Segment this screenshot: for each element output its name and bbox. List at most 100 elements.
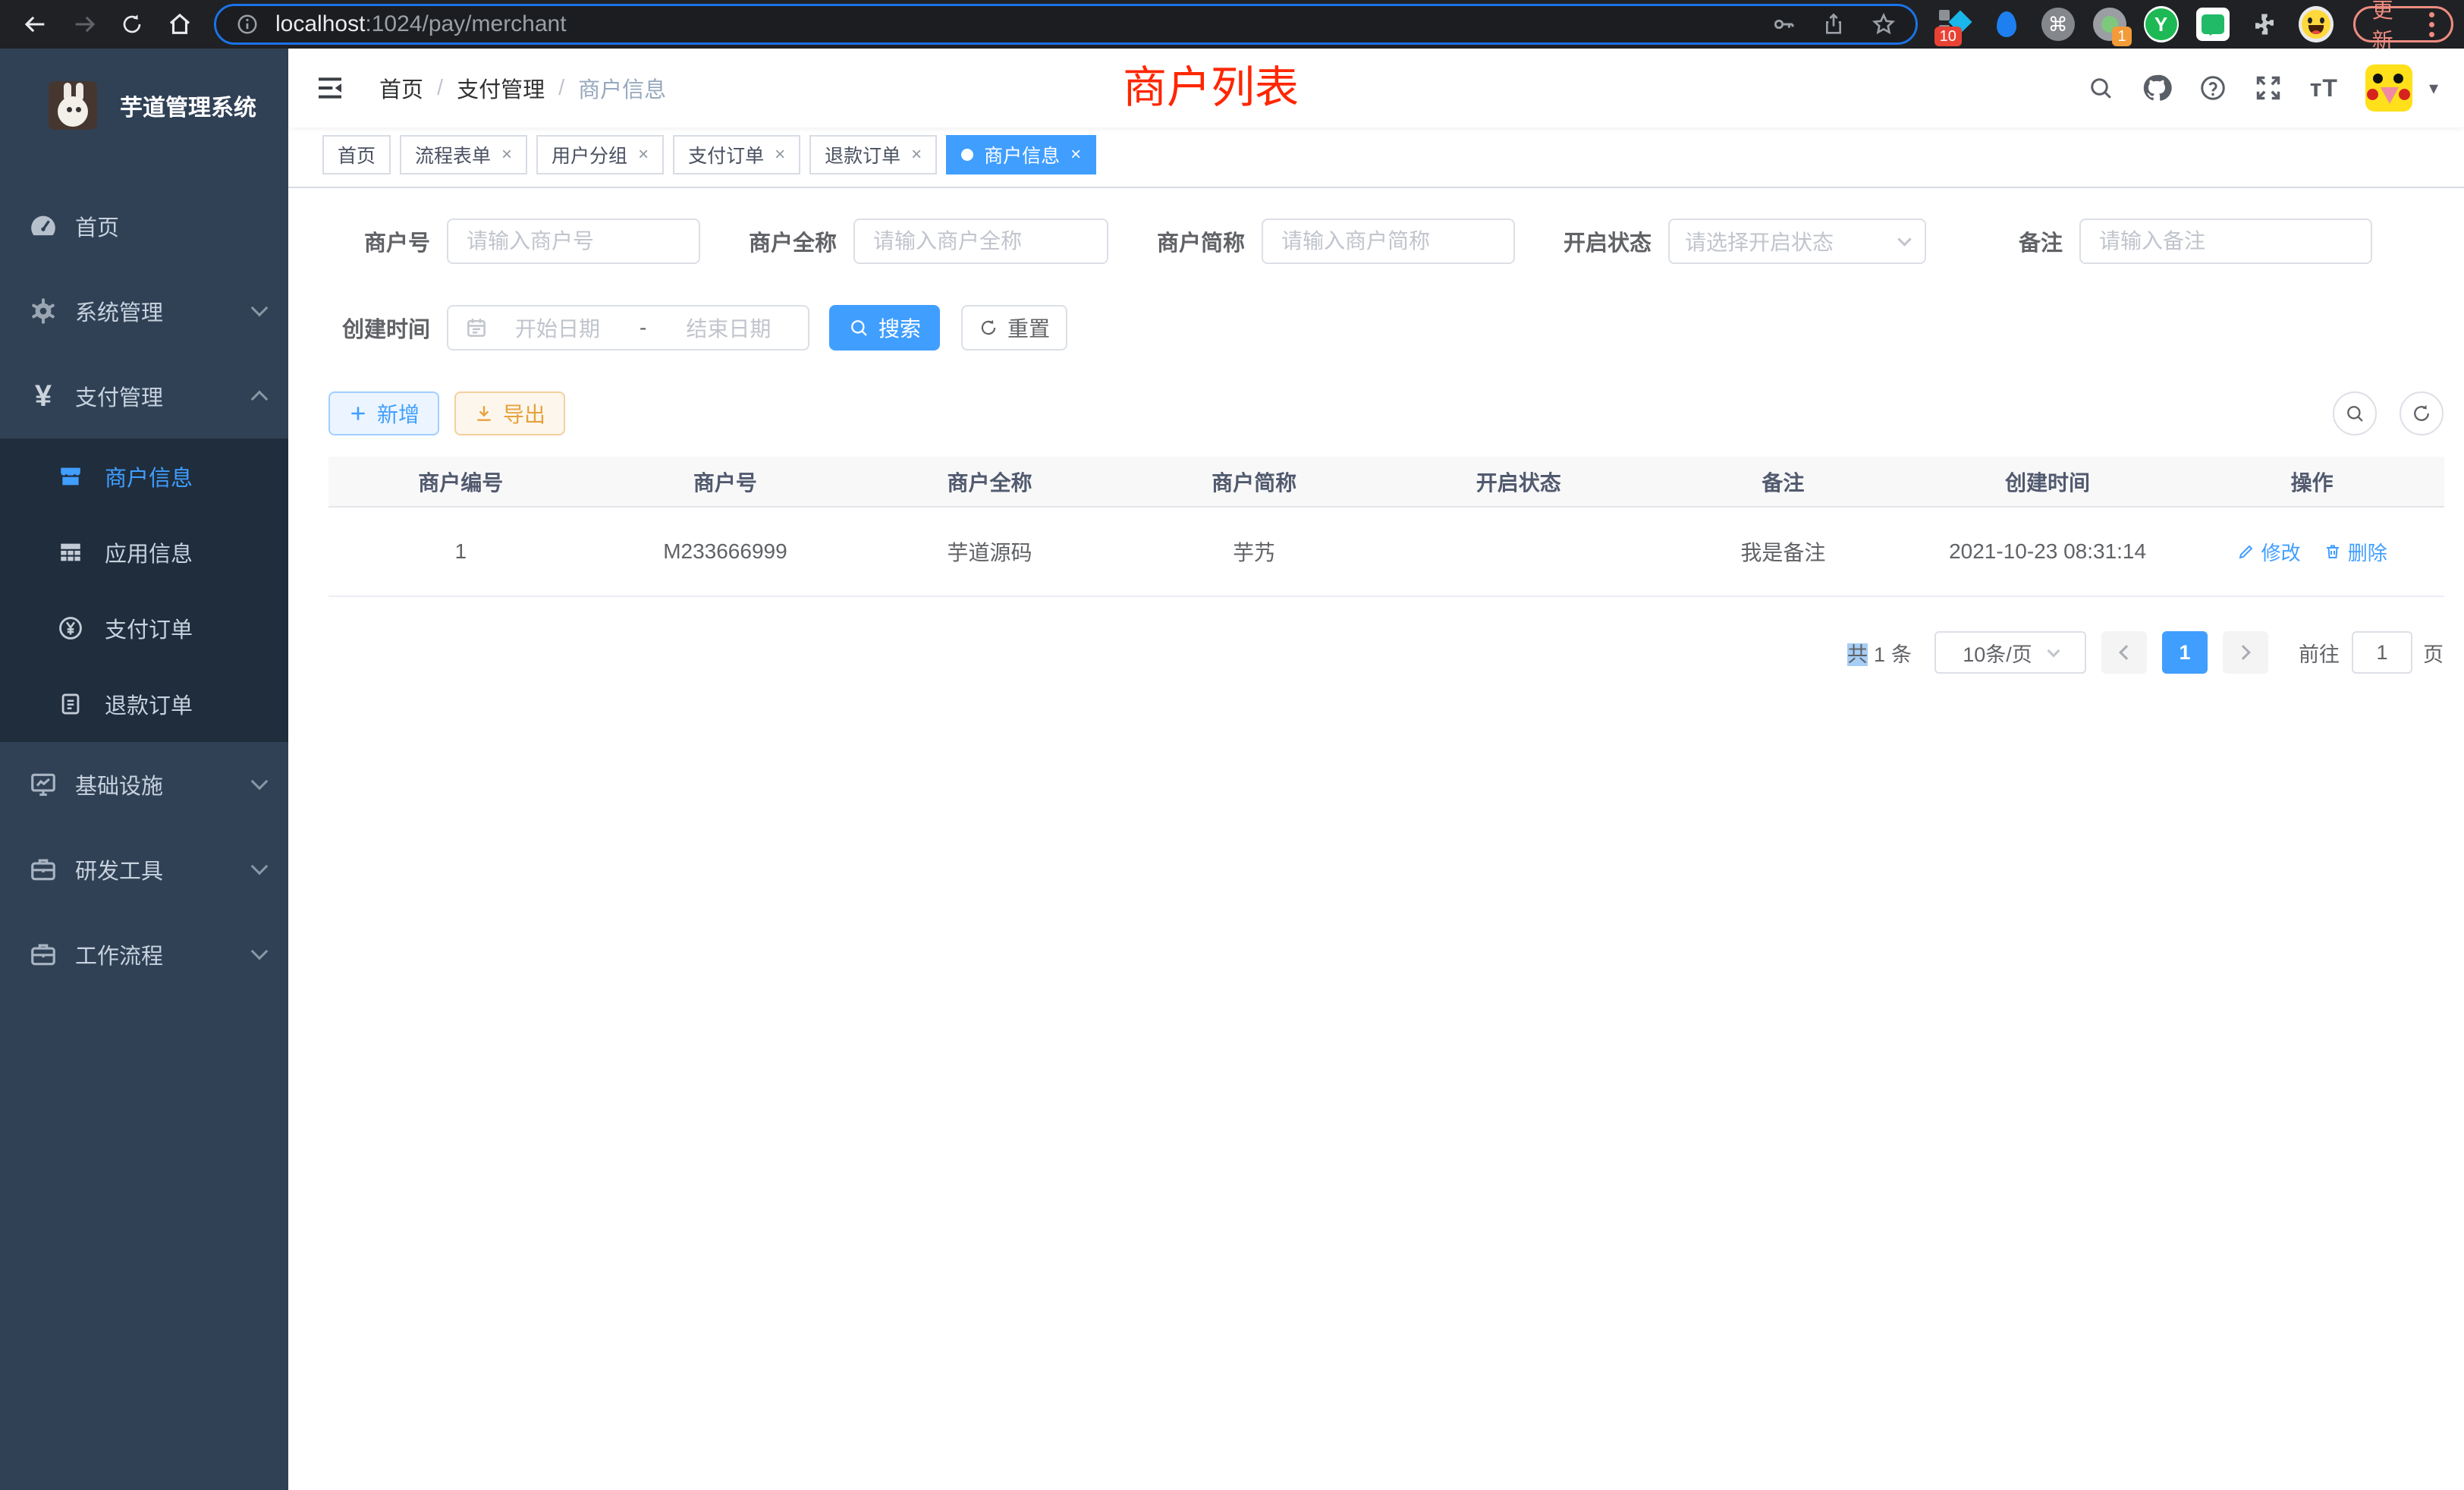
sidebar: 芋道管理系统 首页 系统管理 ¥ 支付管理 商户信息 [0,49,288,1490]
extension-y-icon[interactable]: Y [2144,7,2179,42]
cell-remark: 我是备注 [1651,536,1916,567]
current-page-button[interactable]: 1 [2162,631,2208,674]
extension-recorder-icon[interactable]: 1 [2092,7,2127,42]
browser-forward-icon[interactable] [71,11,97,37]
add-button[interactable]: 新增 [328,391,439,435]
breadcrumb-home[interactable]: 首页 [379,72,423,104]
font-size-icon[interactable]: тT [2310,74,2338,102]
tab-home[interactable]: 首页 [322,135,391,174]
tab-label: 支付订单 [688,141,764,168]
sidebar-item-system[interactable]: 系统管理 [0,269,288,354]
sidebar-item-workflow[interactable]: 工作流程 [0,912,288,997]
browser-back-icon[interactable] [23,11,49,37]
extension-kite-icon[interactable] [1989,7,2024,42]
sidebar-item-home[interactable]: 首页 [0,184,288,269]
browser-reload-icon[interactable] [120,12,144,36]
avatar-caret-down-icon[interactable]: ▾ [2429,77,2438,99]
chevron-down-icon [251,943,269,960]
tab-process-form[interactable]: 流程表单× [400,135,527,174]
extension-chat-icon[interactable] [2195,7,2230,42]
goto-page-input[interactable] [2352,631,2412,674]
key-icon[interactable] [1771,12,1796,36]
remark-input[interactable] [2079,218,2372,264]
kite-shape [1997,11,2016,37]
help-icon[interactable] [2199,74,2227,102]
tab-merchant-info[interactable]: 商户信息× [946,135,1096,174]
gear-icon [25,296,61,326]
extension-badge-one: 1 [2112,27,2131,46]
emoji-avatar [2299,6,2334,42]
sidebar-item-app-info[interactable]: 应用信息 [0,514,288,590]
sidebar-item-label: 系统管理 [75,295,163,327]
breadcrumb-separator: / [558,76,564,101]
url-text[interactable]: localhost:1024/pay/merchant [275,11,1746,37]
col-header-actions: 操作 [2180,467,2444,497]
page-content: 商户号 商户全称 商户简称 开启状态 请选择开启状态 备注 创建时间 [288,188,2464,1490]
share-icon[interactable] [1821,12,1846,36]
extension-pin-icon[interactable]: 10 [1938,7,1972,42]
export-button[interactable]: 导出 [454,391,565,435]
create-time-range-picker[interactable]: 开始日期 - 结束日期 [447,305,809,350]
goto-suffix: 页 [2423,638,2444,668]
star-bookmark-icon[interactable] [1872,12,1896,36]
close-icon[interactable]: × [638,144,649,165]
extension-badge: 10 [1934,27,1962,46]
breadcrumb-pay[interactable]: 支付管理 [457,72,545,104]
url-host: localhost [275,11,365,36]
cell-actions: 修改 删除 [2180,538,2444,566]
browser-profile-avatar[interactable] [2299,7,2334,42]
toolbox-icon [25,940,61,969]
dashboard-gauge-icon [25,211,61,241]
address-bar[interactable]: localhost:1024/pay/merchant [214,4,1918,45]
sidebar-item-merchant-info[interactable]: 商户信息 [0,439,288,514]
sidebar-item-pay[interactable]: ¥ 支付管理 [0,354,288,439]
calendar-icon [465,316,488,339]
sidebar-item-dev-tools[interactable]: 研发工具 [0,827,288,912]
status-select[interactable]: 请选择开启状态 [1668,218,1926,264]
close-icon[interactable]: × [911,144,922,165]
browser-update-button[interactable]: 更新 [2353,6,2453,42]
close-icon[interactable]: × [1070,144,1081,165]
browser-home-icon[interactable] [167,11,193,37]
app-logo[interactable]: 芋道管理系统 [0,49,288,162]
refresh-button[interactable] [2400,391,2444,435]
sidebar-item-pay-order[interactable]: 支付订单 [0,590,288,666]
create-time-label: 创建时间 [328,312,430,344]
merchant-short-input[interactable] [1262,218,1515,264]
user-avatar[interactable] [2365,64,2412,112]
col-header-merchant-no: 商户号 [593,467,858,497]
chevron-up-icon [251,391,269,408]
merchant-name-input[interactable] [853,218,1108,264]
url-path: :1024/pay/merchant [365,11,566,36]
next-page-button[interactable] [2223,631,2268,674]
hide-search-button[interactable] [2333,391,2377,435]
sidebar-item-label: 首页 [75,210,119,242]
page-size-select[interactable]: 10条/页 [1934,631,2086,674]
tab-user-group[interactable]: 用户分组× [536,135,664,174]
sidebar-item-refund-order[interactable]: 退款订单 [0,666,288,742]
edit-link[interactable]: 修改 [2237,538,2301,566]
close-icon[interactable]: × [775,144,785,165]
prev-page-button[interactable] [2101,631,2147,674]
sidebar-item-infra[interactable]: 基础设施 [0,742,288,827]
github-icon[interactable] [2142,73,2172,103]
hamburger-collapse-icon[interactable] [315,73,345,103]
extensions-puzzle-icon[interactable] [2247,7,2282,42]
fullscreen-icon[interactable] [2254,74,2283,102]
cell-full-name: 芋道源码 [857,536,1122,567]
extension-row: 10 ⌘ 1 Y [1938,7,2334,42]
search-button[interactable]: 搜索 [829,305,940,350]
merchant-no-input[interactable] [447,218,700,264]
breadcrumb: 首页 / 支付管理 / 商户信息 [379,72,666,104]
delete-link[interactable]: 删除 [2324,538,2387,566]
reset-button[interactable]: 重置 [961,305,1067,350]
col-header-remark: 备注 [1651,467,1916,497]
extension-command-icon[interactable]: ⌘ [2041,7,2076,42]
tab-pay-order[interactable]: 支付订单 × [673,135,800,174]
info-icon[interactable] [236,13,259,36]
tab-refund-order[interactable]: 退款订单× [809,135,937,174]
search-icon[interactable] [2087,74,2114,102]
red-annotation-merchant-list: 商户列表 [1123,52,1299,115]
close-icon[interactable]: × [501,144,512,165]
browser-menu-icon[interactable] [2429,12,2434,37]
